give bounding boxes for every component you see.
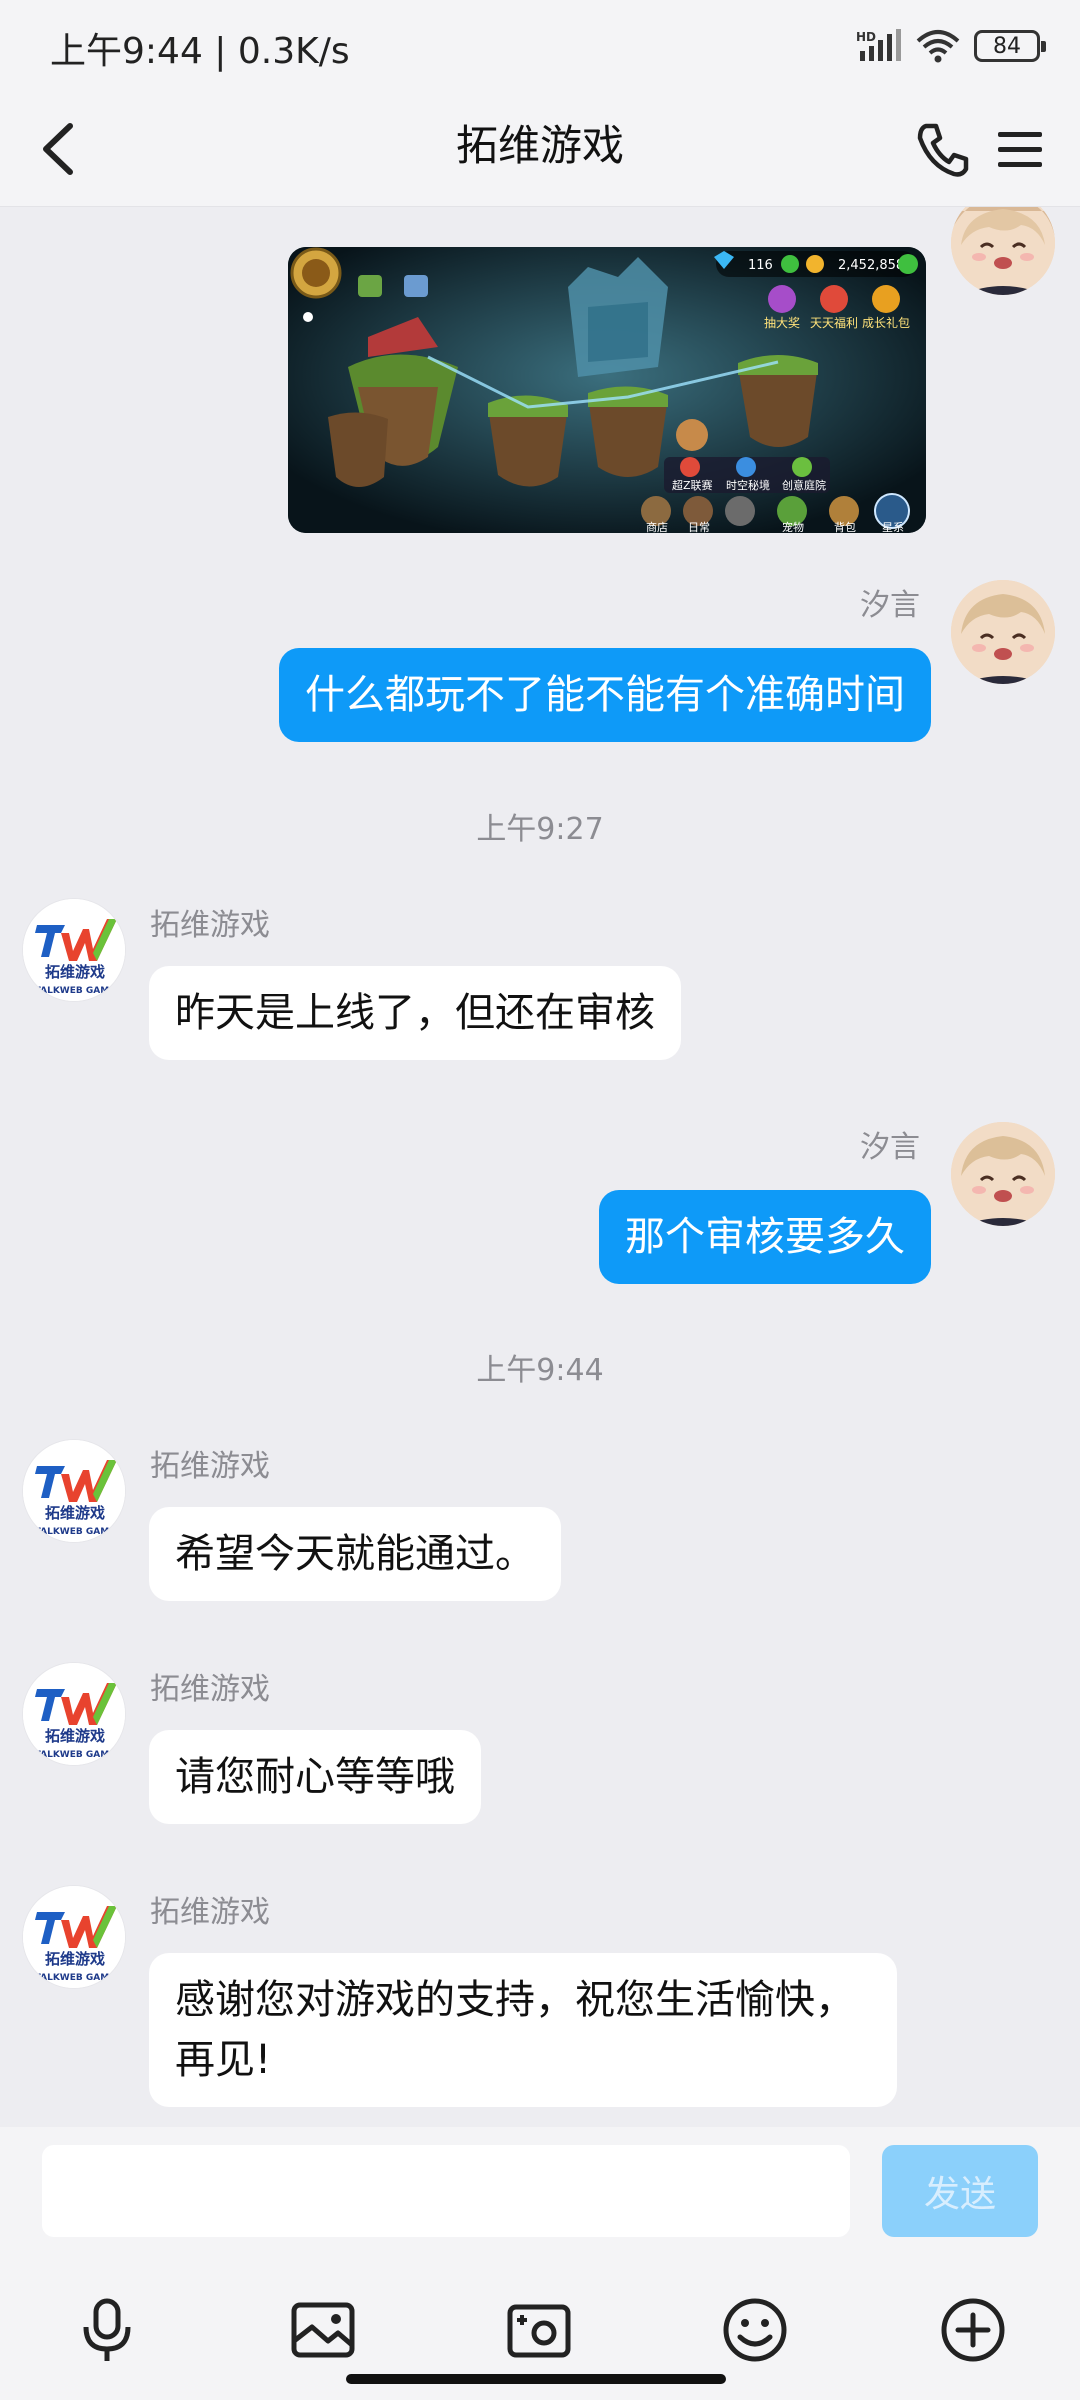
svg-text:创意庭院: 创意庭院 <box>782 478 826 492</box>
message-bubble-incoming[interactable]: 希望今天就能通过。 <box>149 1507 561 1601</box>
svg-text:宠物: 宠物 <box>782 520 804 533</box>
status-time: 上午9:44 | 0.3K/s <box>50 31 350 72</box>
svg-text:星系: 星系 <box>882 521 904 533</box>
svg-text:2,452,858: 2,452,858 <box>838 258 904 273</box>
message-bubble-incoming[interactable]: 感谢您对游戏的支持，祝您生活愉快，再见! <box>149 1953 897 2107</box>
sender-name: 拓维游戏 <box>150 1895 270 1930</box>
sender-name: 拓维游戏 <box>150 1449 270 1484</box>
chat-area[interactable]: 116 2,452,858 抽大奖 天天福利 成长礼包 超Z联赛 时空秘境 创意… <box>0 207 1080 2127</box>
game-scene: 116 2,452,858 抽大奖 天天福利 成长礼包 超Z联赛 时空秘境 创意… <box>288 247 926 533</box>
emoji-icon[interactable] <box>720 2295 790 2365</box>
plus-icon[interactable] <box>938 2295 1008 2365</box>
avatar[interactable] <box>951 580 1055 684</box>
svg-text:拓维游戏: 拓维游戏 <box>45 963 105 981</box>
sender-name: 汐言 <box>860 588 920 623</box>
svg-text:TALKWEB GAME: TALKWEB GAME <box>35 1527 116 1537</box>
menu-icon[interactable] <box>990 116 1052 182</box>
svg-text:商店: 商店 <box>646 520 668 533</box>
battery-level: 84 <box>993 33 1021 59</box>
svg-text:日常: 日常 <box>688 521 710 533</box>
status-icons: HD 84 <box>856 26 1046 66</box>
avatar[interactable]: 拓维游戏 TALKWEB GAME <box>22 1885 126 1989</box>
wifi-icon <box>916 30 960 63</box>
svg-text:时空秘境: 时空秘境 <box>726 478 770 492</box>
talkweb-logo-icon: 拓维游戏 TALKWEB GAME <box>23 899 125 1001</box>
talkweb-logo-icon: 拓维游戏 TALKWEB GAME <box>23 1663 125 1765</box>
svg-text:拓维游戏: 拓维游戏 <box>45 1727 105 1745</box>
svg-text:TALKWEB GAME: TALKWEB GAME <box>35 1750 116 1760</box>
message-bubble-outgoing[interactable]: 什么都玩不了能不能有个准确时间 <box>279 648 931 742</box>
svg-text:HD: HD <box>856 30 876 44</box>
svg-text:成长礼包: 成长礼包 <box>862 315 910 330</box>
anime-avatar-icon <box>951 207 1055 295</box>
svg-text:TALKWEB GAME: TALKWEB GAME <box>35 986 116 996</box>
camera-icon[interactable] <box>504 2295 574 2365</box>
svg-text:天天福利: 天天福利 <box>810 315 858 330</box>
svg-text:背包: 背包 <box>834 520 856 533</box>
talkweb-logo-icon: 拓维游戏 TALKWEB GAME <box>23 1440 125 1542</box>
home-indicator[interactable] <box>346 2374 726 2384</box>
message-bubble-incoming[interactable]: 昨天是上线了，但还在审核 <box>149 966 681 1060</box>
talkweb-logo-icon: 拓维游戏 TALKWEB GAME <box>23 1886 125 1988</box>
sender-name: 拓维游戏 <box>150 1672 270 1707</box>
input-area: 发送 <box>0 2127 1080 2400</box>
message-bubble-incoming[interactable]: 请您耐心等等哦 <box>149 1730 481 1824</box>
avatar[interactable]: 拓维游戏 TALKWEB GAME <box>22 1439 126 1543</box>
svg-text:拓维游戏: 拓维游戏 <box>45 1950 105 1968</box>
phone-icon[interactable] <box>912 116 974 182</box>
svg-text:拓维游戏: 拓维游戏 <box>45 1504 105 1522</box>
avatar[interactable] <box>951 1122 1055 1226</box>
avatar[interactable]: 拓维游戏 TALKWEB GAME <box>22 1662 126 1766</box>
image-icon[interactable] <box>288 2295 358 2365</box>
message-input[interactable] <box>42 2145 850 2237</box>
svg-text:超Z联赛: 超Z联赛 <box>672 478 713 492</box>
timestamp: 上午9:44 <box>476 1353 604 1388</box>
send-button[interactable]: 发送 <box>882 2145 1038 2237</box>
svg-text:116: 116 <box>748 258 773 273</box>
sender-name: 汐言 <box>860 1130 920 1165</box>
svg-text:抽大奖: 抽大奖 <box>764 316 800 330</box>
microphone-icon[interactable] <box>72 2295 142 2365</box>
sender-name: 拓维游戏 <box>150 908 270 943</box>
timestamp: 上午9:27 <box>476 812 604 847</box>
battery-icon: 84 <box>974 30 1046 62</box>
anime-avatar-icon <box>951 580 1055 684</box>
status-bar: 上午9:44 | 0.3K/s HD 84 <box>0 0 1080 92</box>
nav-bar: 拓维游戏 <box>0 92 1080 207</box>
game-screenshot-image[interactable]: 116 2,452,858 抽大奖 天天福利 成长礼包 超Z联赛 时空秘境 创意… <box>288 247 926 533</box>
signal-icon: HD <box>856 29 901 61</box>
avatar[interactable]: 拓维游戏 TALKWEB GAME <box>22 898 126 1002</box>
svg-text:TALKWEB GAME: TALKWEB GAME <box>35 1973 116 1983</box>
message-bubble-outgoing[interactable]: 那个审核要多久 <box>599 1190 931 1284</box>
anime-avatar-icon <box>951 1122 1055 1226</box>
avatar[interactable] <box>951 207 1055 295</box>
